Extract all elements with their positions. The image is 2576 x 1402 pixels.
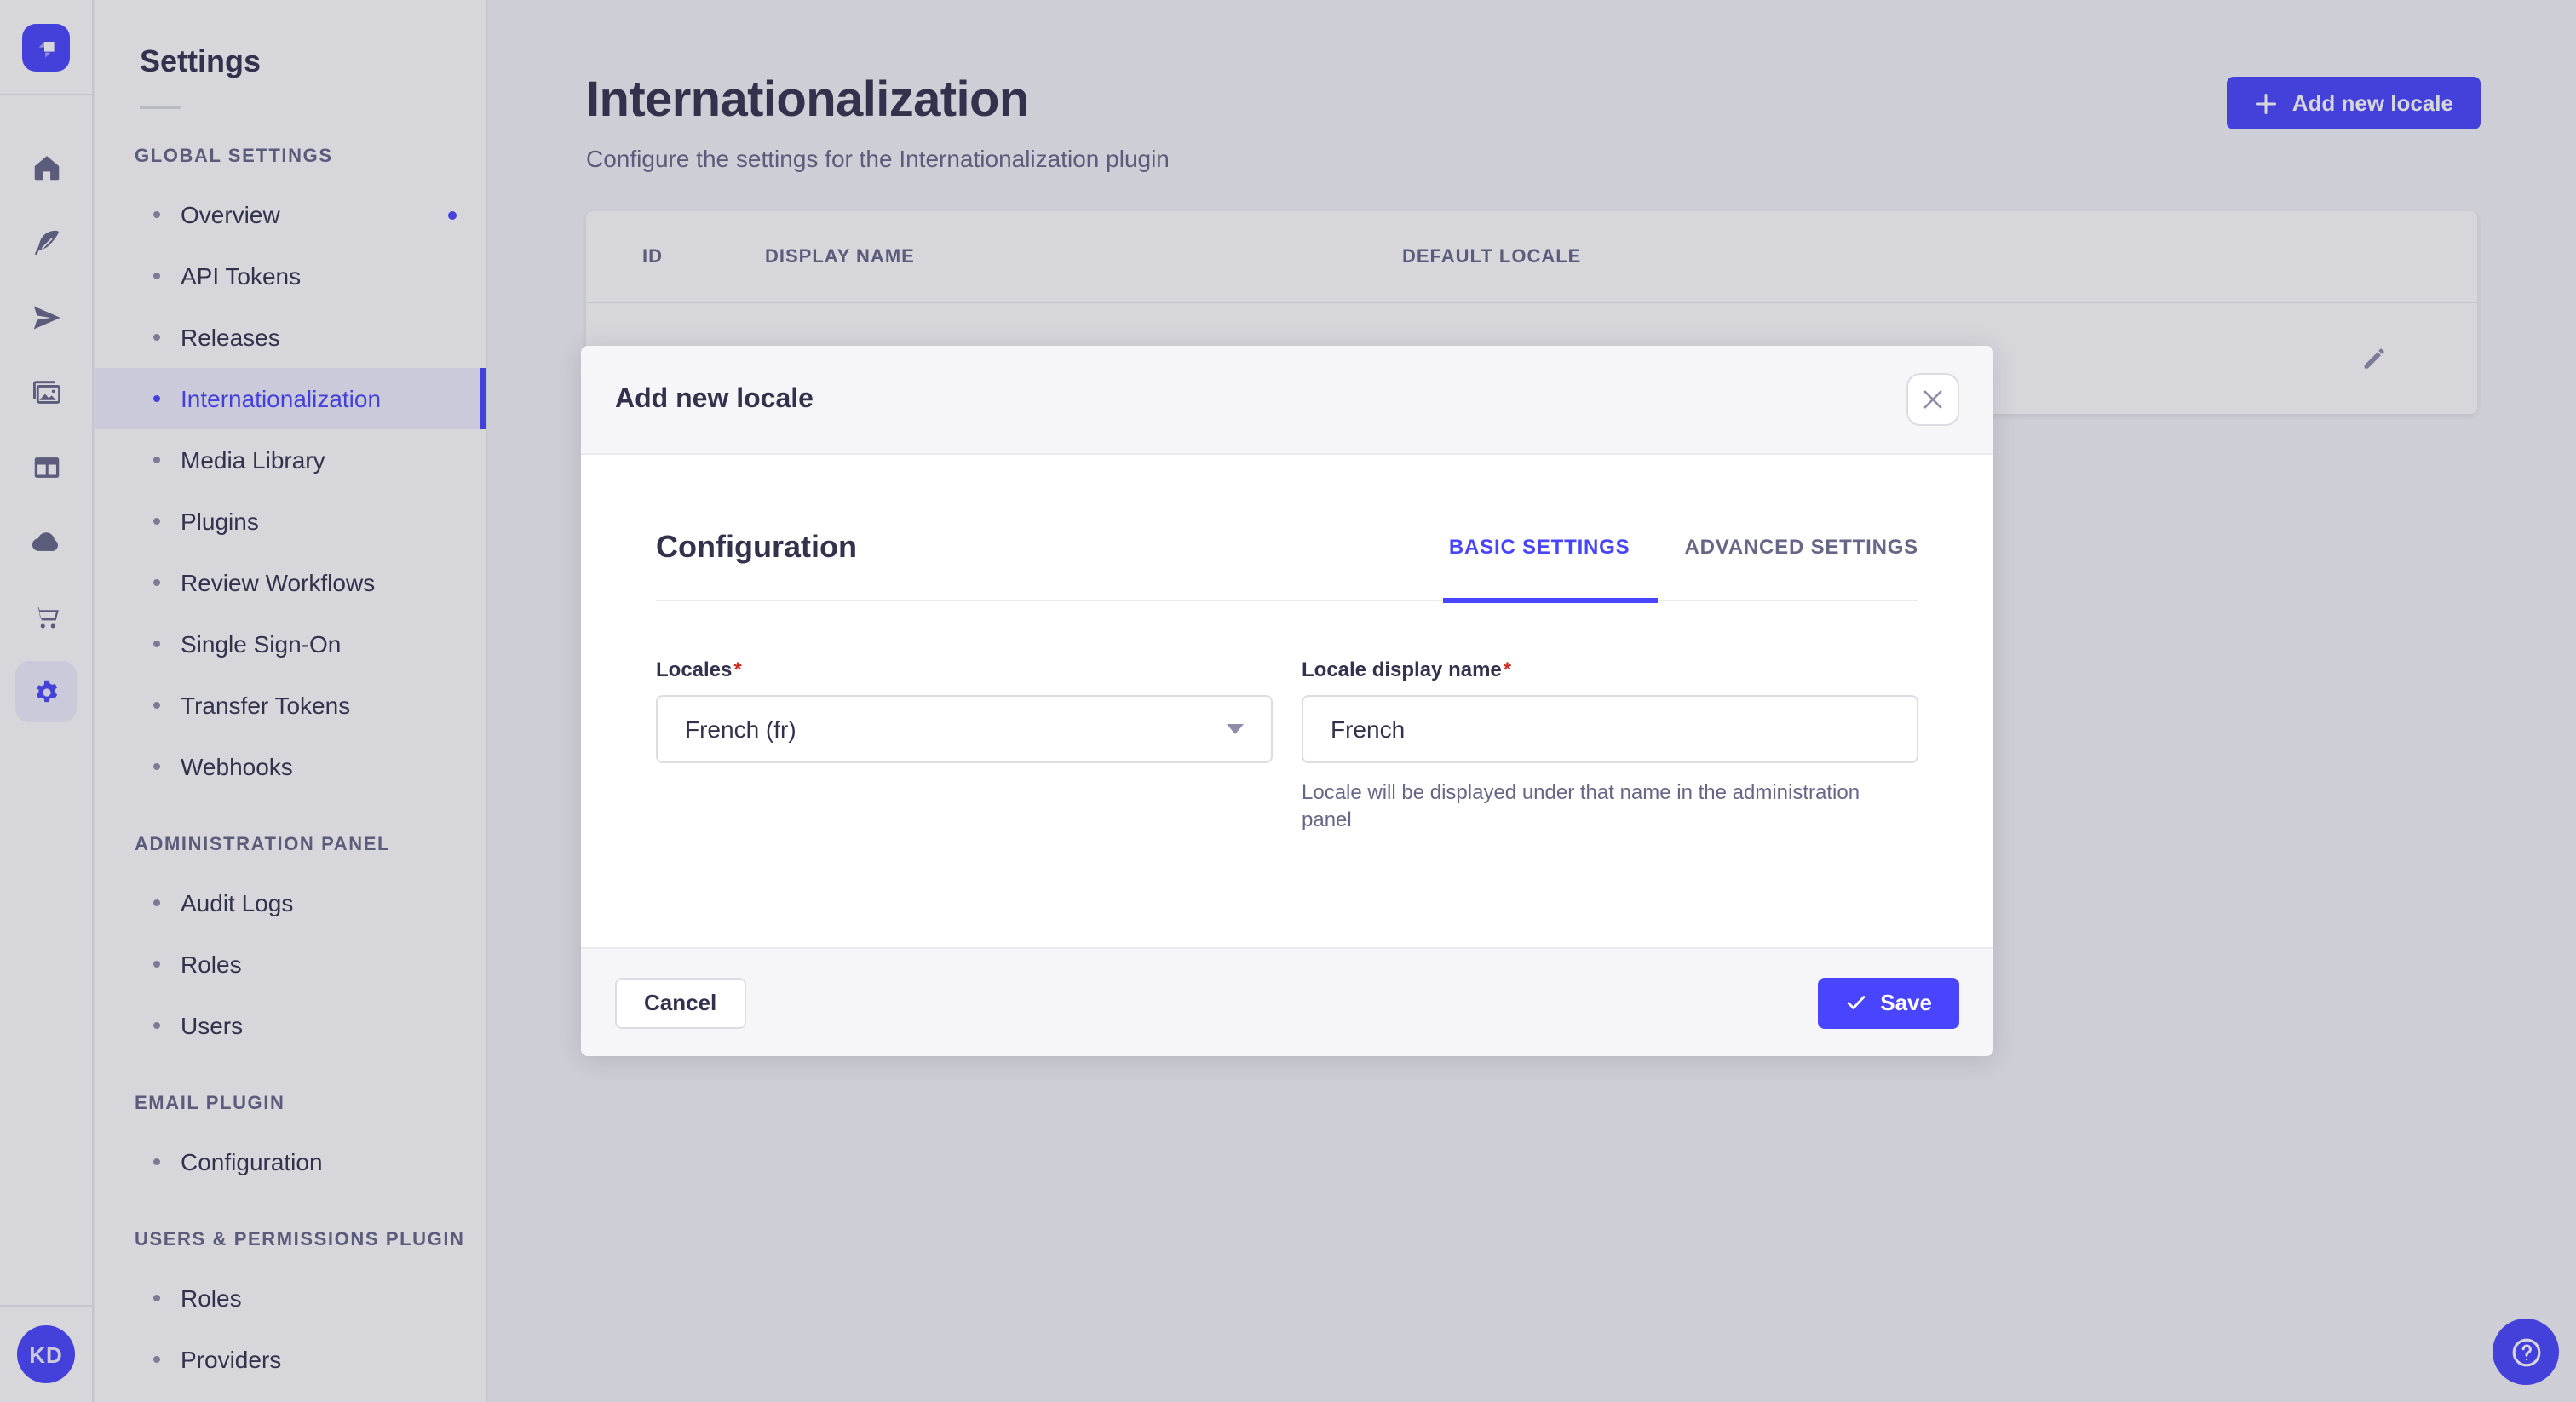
required-asterisk: * bbox=[733, 658, 742, 681]
chevron-down-icon bbox=[1227, 724, 1244, 734]
configuration-heading: Configuration bbox=[656, 529, 857, 563]
required-asterisk: * bbox=[1503, 658, 1512, 681]
tab-advanced-settings[interactable]: ADVANCED SETTINGS bbox=[1684, 535, 1918, 559]
modal-title: Add new locale bbox=[615, 384, 814, 413]
locales-select[interactable]: French (fr) bbox=[656, 695, 1273, 763]
modal-footer: Cancel Save bbox=[581, 947, 1993, 1056]
modal-header: Add new locale bbox=[581, 346, 1993, 455]
tabs-divider bbox=[656, 598, 1918, 603]
check-icon bbox=[1846, 996, 1865, 1009]
app-root: KD Settings GLOBAL SETTINGS Overview API… bbox=[0, 0, 2576, 1402]
locales-label: Locales bbox=[656, 658, 733, 681]
settings-tabs: BASIC SETTINGS ADVANCED SETTINGS bbox=[1449, 535, 1918, 559]
locales-field: Locales * French (fr) bbox=[656, 658, 1273, 833]
cancel-button[interactable]: Cancel bbox=[615, 977, 746, 1028]
display-name-field: Locale display name* Locale will be disp… bbox=[1302, 658, 1918, 833]
add-locale-modal: Add new locale Configuration BASIC SETTI… bbox=[581, 346, 1993, 1056]
display-name-help-text: Locale will be displayed under that name… bbox=[1302, 780, 1860, 831]
modal-body: Configuration BASIC SETTINGS ADVANCED SE… bbox=[581, 455, 1993, 947]
display-name-label: Locale display name bbox=[1302, 658, 1502, 681]
active-tab-underline bbox=[1443, 598, 1658, 603]
close-button[interactable] bbox=[1906, 373, 1959, 426]
display-name-input[interactable] bbox=[1302, 695, 1918, 763]
close-icon bbox=[1923, 390, 1942, 409]
save-button[interactable]: Save bbox=[1817, 977, 1959, 1028]
tab-basic-settings[interactable]: BASIC SETTINGS bbox=[1449, 535, 1630, 559]
